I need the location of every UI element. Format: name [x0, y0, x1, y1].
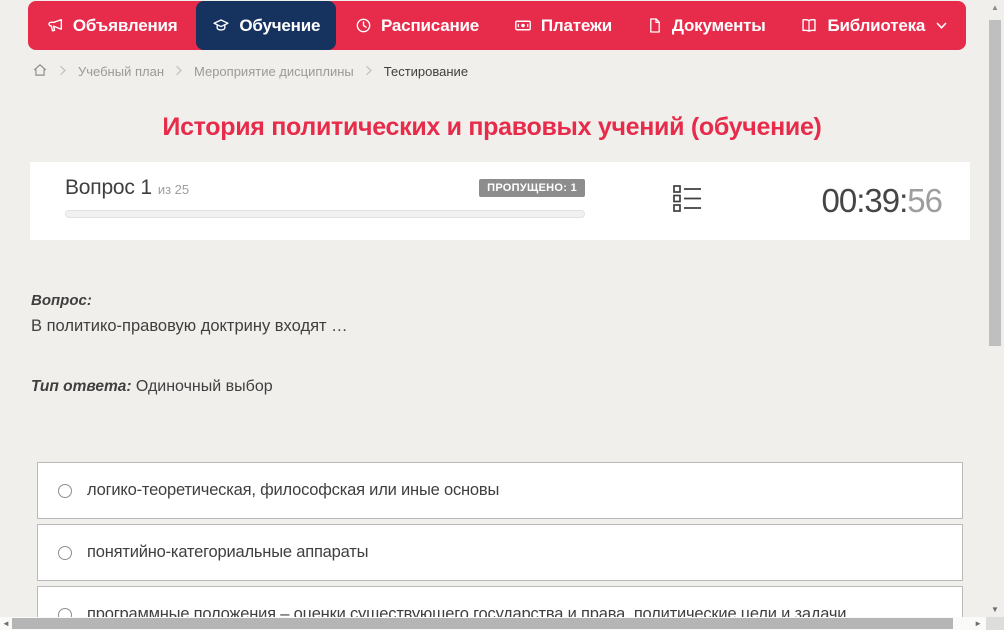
timer-main: 00:39:: [821, 182, 909, 219]
answer-type-label: Тип ответа:: [31, 378, 132, 395]
graduation-cap-icon: [212, 17, 230, 34]
nav-item-label: Объявления: [72, 15, 178, 35]
page-title: История политических и правовых учений (…: [162, 113, 822, 141]
radio-button[interactable]: [58, 483, 72, 498]
radio-button[interactable]: [58, 545, 72, 560]
question-panel: Вопрос 1 из 25 ПРОПУЩЕНО: 1 00:39:56: [30, 162, 970, 240]
nav-item-schedule[interactable]: Расписание: [339, 1, 495, 50]
question-label: Вопрос:: [31, 292, 92, 309]
horizontal-scrollbar: ◄ ►: [0, 617, 986, 630]
question-progress-block: Вопрос 1 из 25 ПРОПУЩЕНО: 1: [65, 176, 585, 218]
option-row-2[interactable]: понятийно-категориальные аппараты: [37, 524, 963, 581]
question-text: В политико-правовую доктрину входят …: [31, 317, 348, 335]
scroll-down-arrow[interactable]: ▼: [986, 605, 1004, 614]
chevron-right-icon: [365, 64, 373, 79]
option-label: понятийно-категориальные аппараты: [87, 543, 369, 561]
nav-item-announcements[interactable]: Объявления: [31, 1, 194, 50]
breadcrumb: Учебный план Мероприятие дисциплины Тест…: [32, 62, 468, 81]
clock-icon: [355, 17, 372, 34]
question-total: из 25: [157, 182, 190, 197]
question-list-icon[interactable]: [673, 185, 702, 218]
breadcrumb-item-curriculum[interactable]: Учебный план: [78, 64, 164, 79]
nav-item-label: Документы: [671, 15, 766, 35]
scrollbar-corner: [986, 617, 1004, 630]
scroll-right-arrow[interactable]: ►: [974, 617, 982, 630]
home-icon[interactable]: [32, 62, 48, 81]
timer: 00:39:56: [821, 182, 943, 220]
option-row-1[interactable]: логико-теоретическая, философская или ин…: [37, 462, 963, 519]
option-label: логико-теоретическая, философская или ин…: [87, 481, 500, 499]
nav-item-label: Библиотека: [827, 15, 926, 35]
skipped-badge: ПРОПУЩЕНО: 1: [479, 179, 585, 197]
breadcrumb-item-testing: Тестирование: [383, 64, 469, 79]
open-book-icon: [800, 17, 818, 34]
progress-bar: [65, 210, 585, 218]
chevron-right-icon: [59, 64, 67, 79]
nav-item-label: Платежи: [540, 15, 613, 35]
nav-item-library[interactable]: Библиотека: [784, 1, 963, 50]
question-number: Вопрос 1: [65, 176, 152, 199]
nav-item-payments[interactable]: Платежи: [498, 1, 628, 50]
chevron-right-icon: [175, 64, 183, 79]
cash-icon: [514, 17, 532, 34]
nav-item-education[interactable]: Обучение: [196, 1, 337, 50]
horizontal-scrollbar-thumb[interactable]: [12, 618, 953, 629]
main-navbar: Объявления Обучение Расписание Платежи Д…: [28, 1, 966, 50]
timer-seconds: 56: [907, 182, 943, 219]
answer-type-value: Одиночный выбор: [135, 378, 273, 395]
chevron-down-icon: [936, 22, 947, 30]
nav-item-label: Обучение: [239, 15, 321, 35]
nav-item-documents[interactable]: Документы: [631, 1, 782, 50]
vertical-scrollbar: ▲ ▼: [986, 0, 1004, 617]
document-icon: [647, 17, 663, 34]
breadcrumb-item-discipline-event[interactable]: Мероприятие дисциплины: [194, 64, 354, 79]
vertical-scrollbar-thumb[interactable]: [989, 20, 1001, 346]
scroll-left-arrow[interactable]: ◄: [2, 617, 10, 630]
nav-item-label: Расписание: [381, 15, 480, 35]
megaphone-icon: [47, 17, 64, 34]
scroll-up-arrow[interactable]: ▲: [986, 3, 1004, 12]
options-list: логико-теоретическая, философская или ин…: [37, 462, 963, 630]
answer-type-row: Тип ответа: Одиночный выбор: [31, 378, 273, 396]
